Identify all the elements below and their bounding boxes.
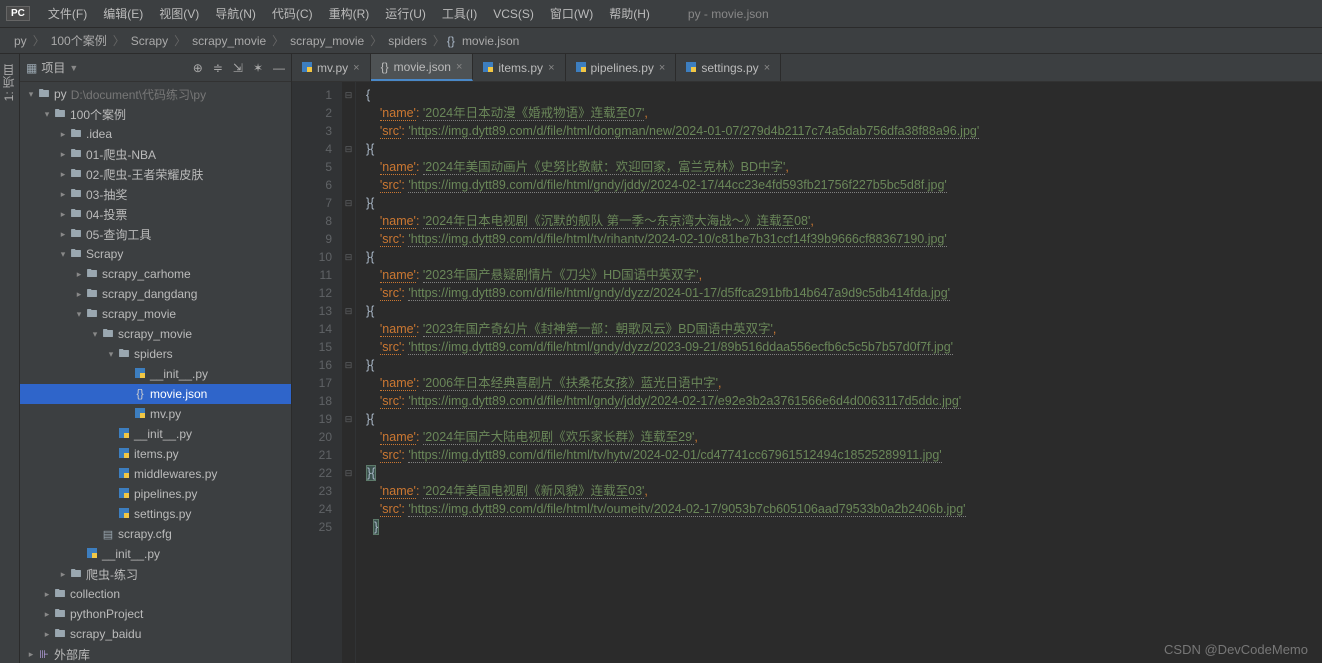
tree-item-01-爬虫-NBA[interactable]: ▸🖿01-爬虫-NBA bbox=[20, 144, 291, 164]
menu-run[interactable]: 运行(U) bbox=[377, 5, 434, 22]
watermark: CSDN @DevCodeMemo bbox=[1164, 642, 1308, 657]
menu-vcs[interactable]: VCS(S) bbox=[485, 7, 542, 21]
tree-item-spiders[interactable]: ▾🖿spiders bbox=[20, 344, 291, 364]
close-tab-icon[interactable]: × bbox=[456, 61, 462, 73]
editor-tab-items.py[interactable]: items.py× bbox=[473, 54, 565, 81]
chevron-down-icon[interactable]: ▼ bbox=[69, 63, 78, 73]
file-icon bbox=[686, 61, 696, 75]
menu-refactor[interactable]: 重构(R) bbox=[321, 5, 378, 22]
close-tab-icon[interactable]: × bbox=[353, 62, 359, 74]
menu-navigate[interactable]: 导航(N) bbox=[207, 5, 264, 22]
tree-item-爬虫-练习[interactable]: ▸🖿爬虫-练习 bbox=[20, 564, 291, 584]
project-title: 项目 bbox=[41, 59, 65, 76]
tree-item-Scrapy[interactable]: ▾🖿Scrapy bbox=[20, 244, 291, 264]
locate-icon[interactable]: ⊕ bbox=[193, 61, 203, 75]
breadcrumb-item[interactable]: scrapy_movie bbox=[188, 34, 270, 48]
tree-item-collection[interactable]: ▸🖿collection bbox=[20, 584, 291, 604]
fold-gutter[interactable]: ⊟⊟⊟⊟⊟⊟⊟⊟ bbox=[342, 82, 356, 663]
menu-help[interactable]: 帮助(H) bbox=[601, 5, 658, 22]
tree-item-03-抽奖[interactable]: ▸🖿03-抽奖 bbox=[20, 184, 291, 204]
tree-item-py[interactable]: ▾🖿pyD:\document\代码练习\py bbox=[20, 84, 291, 104]
menu-code[interactable]: 代码(C) bbox=[264, 5, 321, 22]
project-icon: ▦ bbox=[26, 61, 37, 75]
code-editor[interactable]: { 'name': '2024年日本动漫《婚戒物语》连载至07', 'src':… bbox=[356, 82, 1322, 663]
breadcrumb-bar: py〉 100个案例〉 Scrapy〉 scrapy_movie〉 scrapy… bbox=[0, 28, 1322, 54]
tree-item-scrapy.cfg[interactable]: ▤scrapy.cfg bbox=[20, 524, 291, 544]
close-tab-icon[interactable]: × bbox=[764, 62, 770, 74]
tree-item-middlewares.py[interactable]: middlewares.py bbox=[20, 464, 291, 484]
project-tool-window: ▦ 项目 ▼ ⊕ ≑ ⇲ ✶ — ▾🖿pyD:\document\代码练习\py… bbox=[20, 54, 292, 663]
tool-window-stripe[interactable]: 1: 项目 bbox=[0, 54, 20, 663]
editor-tab-mv.py[interactable]: mv.py× bbox=[292, 54, 371, 81]
breadcrumb-item[interactable]: 100个案例 bbox=[47, 32, 111, 49]
tree-item-scrapy_dangdang[interactable]: ▸🖿scrapy_dangdang bbox=[20, 284, 291, 304]
tree-item-movie.json[interactable]: {}movie.json bbox=[20, 384, 291, 404]
file-icon bbox=[302, 61, 312, 75]
file-icon bbox=[483, 61, 493, 75]
collapse-icon[interactable]: ⇲ bbox=[233, 61, 243, 75]
breadcrumb-item[interactable]: py bbox=[10, 34, 31, 48]
breadcrumb-item[interactable]: scrapy_movie bbox=[286, 34, 368, 48]
breadcrumb-item[interactable]: movie.json bbox=[458, 34, 523, 48]
file-icon bbox=[576, 61, 586, 75]
window-title: py - movie.json bbox=[688, 7, 769, 21]
menu-window[interactable]: 窗口(W) bbox=[542, 5, 601, 22]
settings-icon[interactable]: ✶ bbox=[253, 61, 263, 75]
tree-item-scrapy_carhome[interactable]: ▸🖿scrapy_carhome bbox=[20, 264, 291, 284]
close-tab-icon[interactable]: × bbox=[548, 62, 554, 74]
menu-tools[interactable]: 工具(I) bbox=[434, 5, 485, 22]
json-icon: {} bbox=[447, 34, 455, 48]
breadcrumb-item[interactable]: spiders bbox=[384, 34, 431, 48]
project-tree[interactable]: ▾🖿pyD:\document\代码练习\py▾🖿100个案例▸🖿.idea▸🖿… bbox=[20, 82, 291, 663]
breadcrumb-item[interactable]: Scrapy bbox=[127, 34, 172, 48]
editor-tab-pipelines.py[interactable]: pipelines.py× bbox=[566, 54, 677, 81]
tree-item-mv.py[interactable]: mv.py bbox=[20, 404, 291, 424]
tree-item-外部库[interactable]: ▸⊪外部库 bbox=[20, 644, 291, 663]
tree-item-pythonProject[interactable]: ▸🖿pythonProject bbox=[20, 604, 291, 624]
tree-item-.idea[interactable]: ▸🖿.idea bbox=[20, 124, 291, 144]
editor-tabs: mv.py×{}movie.json×items.py×pipelines.py… bbox=[292, 54, 1322, 82]
tree-item-100个案例[interactable]: ▾🖿100个案例 bbox=[20, 104, 291, 124]
menu-file[interactable]: 文件(F) bbox=[40, 5, 95, 22]
line-number-gutter: 1234567891011121314151617181920212223242… bbox=[292, 82, 342, 663]
tree-item-04-投票[interactable]: ▸🖿04-投票 bbox=[20, 204, 291, 224]
tree-item-pipelines.py[interactable]: pipelines.py bbox=[20, 484, 291, 504]
editor-tab-movie.json[interactable]: {}movie.json× bbox=[371, 54, 474, 81]
tree-item-05-查询工具[interactable]: ▸🖿05-查询工具 bbox=[20, 224, 291, 244]
expand-icon[interactable]: ≑ bbox=[213, 61, 223, 75]
menu-edit[interactable]: 编辑(E) bbox=[95, 5, 151, 22]
tree-item-scrapy_movie[interactable]: ▾🖿scrapy_movie bbox=[20, 304, 291, 324]
tree-item-scrapy_baidu[interactable]: ▸🖿scrapy_baidu bbox=[20, 624, 291, 644]
editor-tab-settings.py[interactable]: settings.py× bbox=[676, 54, 781, 81]
tree-item-settings.py[interactable]: settings.py bbox=[20, 504, 291, 524]
tree-item-__init__.py[interactable]: __init__.py bbox=[20, 364, 291, 384]
menu-bar: PC 文件(F) 编辑(E) 视图(V) 导航(N) 代码(C) 重构(R) 运… bbox=[0, 0, 1322, 28]
tree-item-scrapy_movie[interactable]: ▾🖿scrapy_movie bbox=[20, 324, 291, 344]
file-icon: {} bbox=[381, 60, 389, 74]
hide-icon[interactable]: — bbox=[273, 61, 285, 75]
close-tab-icon[interactable]: × bbox=[659, 62, 665, 74]
tree-item-__init__.py[interactable]: __init__.py bbox=[20, 424, 291, 444]
tree-item-items.py[interactable]: items.py bbox=[20, 444, 291, 464]
tree-item-__init__.py[interactable]: __init__.py bbox=[20, 544, 291, 564]
tree-item-02-爬虫-王者荣耀皮肤[interactable]: ▸🖿02-爬虫-王者荣耀皮肤 bbox=[20, 164, 291, 184]
menu-view[interactable]: 视图(V) bbox=[151, 5, 207, 22]
app-logo: PC bbox=[6, 6, 30, 21]
